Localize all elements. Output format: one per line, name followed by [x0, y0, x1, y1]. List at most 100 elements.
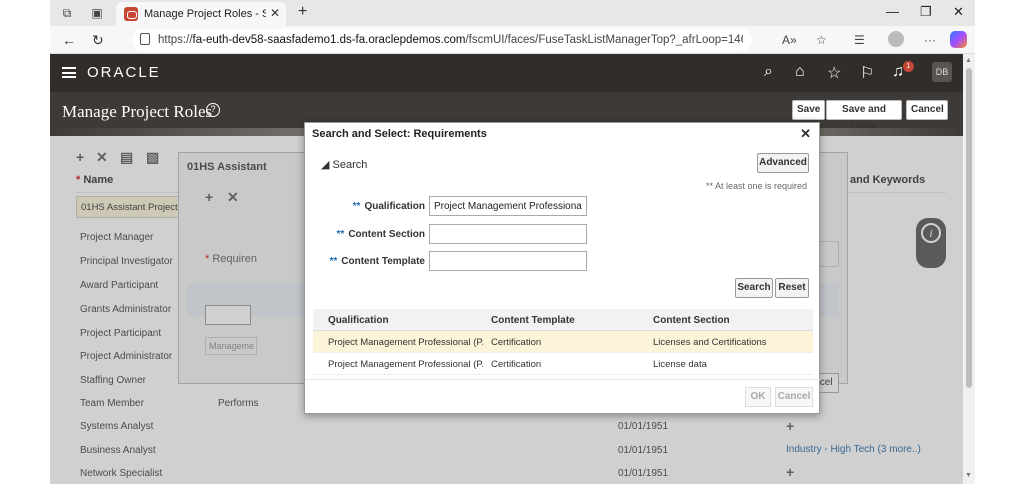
advanced-button[interactable]: Advanced — [757, 153, 809, 173]
url-text: https://fa-euth-dev58-saasfademo1.ds-fa.… — [158, 34, 743, 46]
results-table-header: Qualification Content Template Content S… — [313, 309, 813, 331]
oracle-logo[interactable]: ORACLE — [87, 64, 161, 81]
user-avatar[interactable]: DB — [932, 62, 952, 82]
table-cell: Certification — [491, 337, 542, 348]
more-menu-icon[interactable]: ··· — [924, 33, 936, 47]
role-row[interactable]: Grants Administrator — [80, 304, 171, 315]
flag-icon[interactable]: ⚐ — [860, 63, 874, 83]
role-row[interactable]: Award Participant — [80, 280, 158, 291]
role-row[interactable]: Business Analyst — [80, 445, 156, 456]
content-section-column-header[interactable]: Content Section — [653, 315, 730, 326]
role-row[interactable]: Staffing Owner — [80, 375, 146, 386]
favorites-list-icon[interactable]: ☰ — [854, 33, 865, 47]
bg-manage-field[interactable]: Manageme — [205, 337, 257, 355]
tab-title: Manage Project Roles - Setup and — [144, 8, 266, 20]
role-row[interactable]: Project Manager — [80, 232, 153, 243]
dialog-cancel-button[interactable]: Cancel — [775, 387, 813, 407]
home-icon[interactable]: ⌂ — [795, 63, 805, 81]
help-icon[interactable]: ? — [206, 103, 220, 117]
favorites-star-icon[interactable]: ☆ — [827, 63, 841, 83]
back-icon[interactable]: ← — [62, 32, 76, 48]
lock-icon[interactable] — [140, 33, 150, 45]
profile-icon[interactable] — [888, 31, 904, 47]
dialog-close-icon[interactable]: ✕ — [800, 126, 811, 142]
collapse-triangle-icon: ◢ — [321, 159, 333, 171]
save-button[interactable]: Save — [792, 100, 826, 120]
notification-badge: 1 — [903, 61, 914, 72]
qualification-column-header[interactable]: Qualification — [328, 315, 389, 326]
bg-add-icon[interactable]: + — [205, 189, 213, 205]
address-bar[interactable]: https://fa-euth-dev58-saasfademo1.ds-fa.… — [132, 29, 752, 51]
hamburger-menu-icon[interactable] — [62, 67, 76, 78]
info-widget[interactable]: i — [916, 218, 946, 268]
role-row[interactable]: Network Specialist — [80, 468, 162, 479]
scrollbar-thumb[interactable] — [966, 68, 972, 388]
restore-icon[interactable]: ❐ — [920, 4, 932, 20]
effective-date: 01/01/1951 — [618, 468, 669, 479]
bg-requirement-label: * Requiren — [205, 253, 257, 265]
industry-keywords-link[interactable]: Industry - High Tech (3 more..) — [786, 444, 921, 455]
qualification-input[interactable] — [429, 196, 587, 216]
ok-button[interactable]: OK — [745, 387, 771, 407]
window-close-icon[interactable]: ✕ — [953, 4, 964, 20]
table-row[interactable]: Project Management Professional (P... Ce… — [313, 353, 813, 375]
reset-button[interactable]: Reset — [775, 278, 809, 298]
effective-date: 01/01/1951 — [618, 445, 669, 456]
content-template-column-header[interactable]: Content Template — [491, 315, 575, 326]
copilot-icon[interactable] — [950, 31, 967, 48]
add-keyword-icon[interactable]: + — [786, 418, 794, 434]
bg-delete-icon[interactable]: ✕ — [227, 189, 239, 206]
new-tab-icon[interactable]: + — [298, 3, 307, 21]
role-row[interactable]: Project Administrator — [80, 351, 172, 362]
add-icon[interactable]: + — [76, 149, 84, 165]
content-template-input[interactable] — [429, 251, 587, 271]
oracle-favicon-icon — [124, 7, 138, 21]
required-note: ** At least one is required — [705, 181, 807, 191]
workspaces-icon[interactable]: ⧉ — [60, 6, 74, 20]
table-cell: Project Management Professional (P... — [328, 359, 483, 370]
search-select-dialog: Search and Select: Requirements ✕ ◢ Sear… — [304, 122, 821, 414]
effective-date: 01/01/1951 — [618, 421, 669, 432]
content-section-input[interactable] — [429, 224, 587, 244]
info-icon[interactable]: i — [921, 223, 941, 243]
bg-requirement-input[interactable] — [205, 305, 251, 325]
search-icon[interactable]: ⌕ — [764, 63, 773, 81]
read-aloud-icon[interactable]: A» — [782, 33, 797, 47]
oracle-header: ORACLE ⌕ ⌂ ☆ ⚐ ♫ 1 DB — [50, 54, 963, 92]
table-row[interactable]: Project Management Professional (P... Ce… — [313, 331, 813, 353]
keywords-column-header[interactable]: and Keywords — [850, 174, 925, 186]
role-row[interactable]: Team Member — [80, 398, 144, 409]
browser-tab-bar: ⧉ ▣ Manage Project Roles - Setup and ✕ +… — [50, 0, 975, 26]
browser-window: ⧉ ▣ Manage Project Roles - Setup and ✕ +… — [50, 0, 975, 484]
refresh-icon[interactable]: ↻ — [92, 32, 104, 49]
table-cell: Licenses and Certifications — [653, 337, 767, 348]
page-title: Manage Project Roles — [62, 102, 213, 121]
columns-icon[interactable]: ▤ — [120, 149, 133, 166]
name-column-header[interactable]: * Name — [76, 174, 113, 186]
export-icon[interactable]: ▧ — [146, 149, 159, 166]
dialog-title: Search and Select: Requirements — [312, 128, 487, 140]
tab-actions-icon[interactable]: ▣ — [90, 6, 104, 20]
content-section-label: ** Content Section — [336, 229, 425, 240]
browser-nav-bar: ← ↻ https://fa-euth-dev58-saasfademo1.ds… — [50, 26, 975, 54]
role-description-text: Performs — [218, 398, 259, 409]
delete-icon[interactable]: ✕ — [96, 149, 108, 166]
cancel-button[interactable]: Cancel — [906, 100, 948, 120]
role-row[interactable]: Project Participant — [80, 328, 161, 339]
tab-close-icon[interactable]: ✕ — [270, 6, 280, 20]
role-row[interactable]: Systems Analyst — [80, 421, 153, 432]
add-keyword-icon[interactable]: + — [786, 464, 794, 480]
results-table: Qualification Content Template Content S… — [313, 309, 813, 377]
page-scrollbar[interactable]: ▲ ▼ — [963, 54, 975, 484]
browser-tab-active[interactable]: Manage Project Roles - Setup and ✕ — [116, 2, 286, 26]
favorite-star-icon[interactable]: ☆ — [816, 33, 827, 47]
role-row[interactable]: Principal Investigator — [80, 256, 173, 267]
scroll-up-icon[interactable]: ▲ — [965, 57, 972, 64]
search-section-toggle[interactable]: ◢ Search — [321, 158, 367, 171]
qualification-label: ** Qualification — [352, 201, 425, 212]
table-cell: License data — [653, 359, 707, 370]
search-button[interactable]: Search — [735, 278, 773, 298]
minimize-icon[interactable]: — — [886, 4, 899, 19]
scroll-down-icon[interactable]: ▼ — [965, 472, 972, 479]
save-and-close-button[interactable]: Save and Close — [826, 100, 902, 133]
